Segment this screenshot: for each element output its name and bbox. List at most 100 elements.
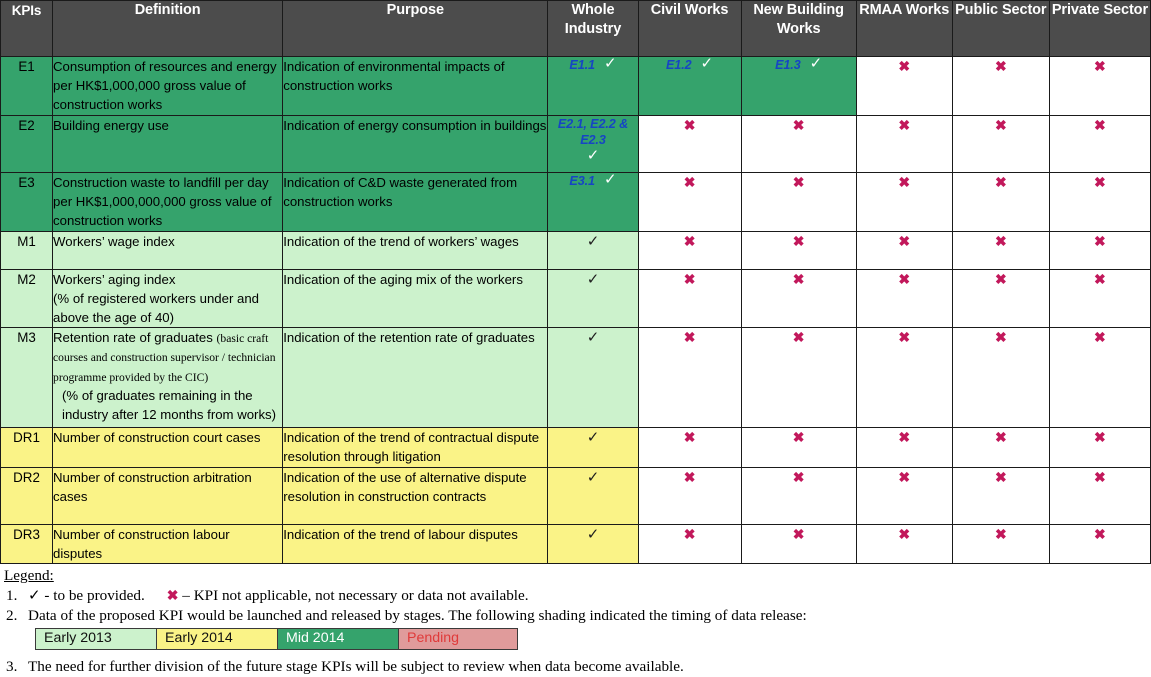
cell-kpi-id: DR3 — [0, 523, 54, 565]
table-row: DR3 Number of construction labour dispute… — [0, 523, 1151, 565]
table-row: E3 Construction waste to landfill per day… — [0, 172, 1151, 232]
cell-private-sector: ✖ — [1048, 327, 1151, 429]
cross-icon: ✖ — [994, 525, 1007, 542]
cross-icon: ✖ — [792, 329, 805, 346]
column-header-whole-industry: Whole Industry — [547, 0, 639, 57]
cell-purpose: Indication of the trend of labour disput… — [282, 523, 549, 565]
definition-line: Building energy use — [53, 118, 169, 133]
legend-item-2: 2. Data of the proposed KPI would be laun… — [4, 606, 1151, 626]
cross-icon: ✖ — [994, 468, 1007, 485]
cell-whole-industry: E2.1, E2.2 & E2.3 ✓ — [547, 115, 639, 173]
legend-swatch-early-2013: Early 2013 — [36, 628, 157, 649]
cell-new-building-works: ✖ — [740, 115, 857, 173]
definition-line: Workers’ aging index — [53, 271, 176, 287]
table-header: KPIs Definition Purpose Whole Industry C… — [0, 0, 1151, 57]
cross-icon: ✖ — [898, 174, 911, 190]
legend-item-3-text: The need for further division of the fut… — [28, 658, 684, 676]
cross-icon: ✖ — [792, 468, 805, 485]
cross-icon: ✖ — [994, 174, 1007, 190]
cell-civil-works: ✖ — [637, 268, 742, 329]
cell-private-sector: ✖ — [1048, 427, 1151, 468]
column-header-private-sector: Private Sector — [1048, 0, 1151, 57]
cell-civil-works: ✖ — [637, 466, 742, 525]
cell-public-sector: ✖ — [951, 268, 1050, 329]
cell-private-sector: ✖ — [1048, 523, 1151, 565]
definition-line: Number of construction labour disputes — [53, 526, 230, 561]
cell-private-sector: ✖ — [1048, 172, 1151, 232]
cell-kpi-id: E3 — [0, 172, 54, 232]
legend-item-3-number: 3. — [6, 658, 18, 676]
definition-line: Number of construction court cases — [53, 430, 261, 446]
cross-icon: ✖ — [683, 117, 696, 133]
cross-icon: ✖ — [898, 329, 911, 346]
legend-swatch-bar: Early 2013 Early 2014 Mid 2014 Pending — [35, 627, 518, 650]
cell-rmaa-works: ✖ — [855, 172, 953, 232]
cell-whole-industry: ✓ — [547, 327, 639, 429]
tick-icon: ✓ — [700, 56, 714, 72]
column-header-purpose: Purpose — [282, 0, 549, 57]
cell-purpose: Indication of C&D waste generated from c… — [282, 172, 549, 232]
cell-purpose: Indication of the trend of workers’ wage… — [282, 230, 549, 270]
cell-civil-works: E1.2 ✓ — [637, 56, 742, 116]
cell-civil-works: ✖ — [637, 327, 742, 429]
cross-icon: ✖ — [1094, 174, 1106, 190]
cell-whole-industry: ✓ — [547, 268, 639, 329]
tick-icon: ✓ — [586, 270, 600, 288]
cross-icon: ✖ — [994, 329, 1007, 346]
cell-new-building-works: E1.3 ✓ — [740, 56, 857, 116]
table-row: E1 Consumption of resources and energy pe… — [0, 56, 1151, 116]
definition-line: (% of registered workers under and above… — [53, 290, 260, 326]
cross-icon: ✖ — [994, 270, 1007, 287]
kpi-code: E2.1, E2.2 & E2.3 — [557, 117, 629, 147]
tick-icon: ✓ — [586, 468, 600, 486]
cross-icon: ✖ — [1094, 468, 1106, 485]
cross-icon: ✖ — [683, 468, 696, 485]
cell-civil-works: ✖ — [637, 172, 742, 232]
cell-private-sector: ✖ — [1048, 56, 1151, 116]
cell-whole-industry: E3.1 ✓ — [547, 172, 639, 232]
table-row: E2 Building energy use Indication of energ… — [0, 115, 1151, 173]
cross-icon: ✖ — [792, 174, 805, 190]
cell-civil-works: ✖ — [637, 115, 742, 173]
cell-civil-works: ✖ — [637, 523, 742, 565]
cross-icon: ✖ — [792, 270, 805, 287]
cell-rmaa-works: ✖ — [855, 230, 953, 270]
cross-icon: ✖ — [898, 525, 911, 542]
cell-new-building-works: ✖ — [740, 327, 857, 429]
tick-icon: ✓ — [603, 172, 617, 188]
cell-definition: Number of construction court cases — [52, 427, 284, 468]
tick-icon: ✓ — [586, 525, 600, 543]
tick-icon: ✓ — [586, 147, 600, 164]
cell-rmaa-works: ✖ — [855, 466, 953, 525]
cross-icon: ✖ — [1094, 525, 1106, 542]
cross-icon: ✖ — [1094, 232, 1106, 249]
cross-icon: ✖ — [1094, 270, 1106, 287]
definition-main: Retention rate of graduates — [53, 330, 217, 346]
cross-icon: ✖ — [1094, 329, 1106, 346]
kpi-code: E1.3 — [775, 58, 801, 72]
cross-icon: ✖ — [994, 58, 1007, 74]
kpi-code: E3.1 — [569, 174, 595, 188]
legend-cross-icon: ✖ — [166, 588, 179, 604]
table-row: M3 Retention rate of graduates (basic cra… — [0, 327, 1151, 429]
cross-icon: ✖ — [898, 468, 911, 485]
cell-private-sector: ✖ — [1048, 115, 1151, 173]
definition-line: Workers’ wage index — [53, 233, 175, 249]
cross-icon: ✖ — [792, 232, 805, 249]
definition-tail: (% of graduates remaining in the industr… — [62, 387, 277, 423]
cell-new-building-works: ✖ — [740, 523, 857, 565]
cell-purpose: Indication of the trend of contractual d… — [282, 427, 549, 468]
table-body: E1 Consumption of resources and energy pe… — [0, 56, 1151, 565]
legend-tick-icon: ✓ — [28, 587, 41, 604]
legend-item-1: 1. ✓ - to be provided. ✖ – KPI not applica… — [4, 586, 1151, 607]
cell-public-sector: ✖ — [951, 427, 1050, 468]
cell-whole-industry: E1.1 ✓ — [547, 56, 639, 116]
cell-civil-works: ✖ — [637, 427, 742, 468]
cell-new-building-works: ✖ — [740, 427, 857, 468]
cross-icon: ✖ — [792, 429, 805, 446]
cell-rmaa-works: ✖ — [855, 523, 953, 565]
legend-title: Legend: — [4, 567, 54, 585]
definition-line: Number of construction arbitration cases — [53, 469, 252, 504]
cell-definition: Construction waste to landfill per day p… — [52, 172, 284, 232]
cell-definition: Number of construction arbitration cases — [52, 466, 284, 525]
